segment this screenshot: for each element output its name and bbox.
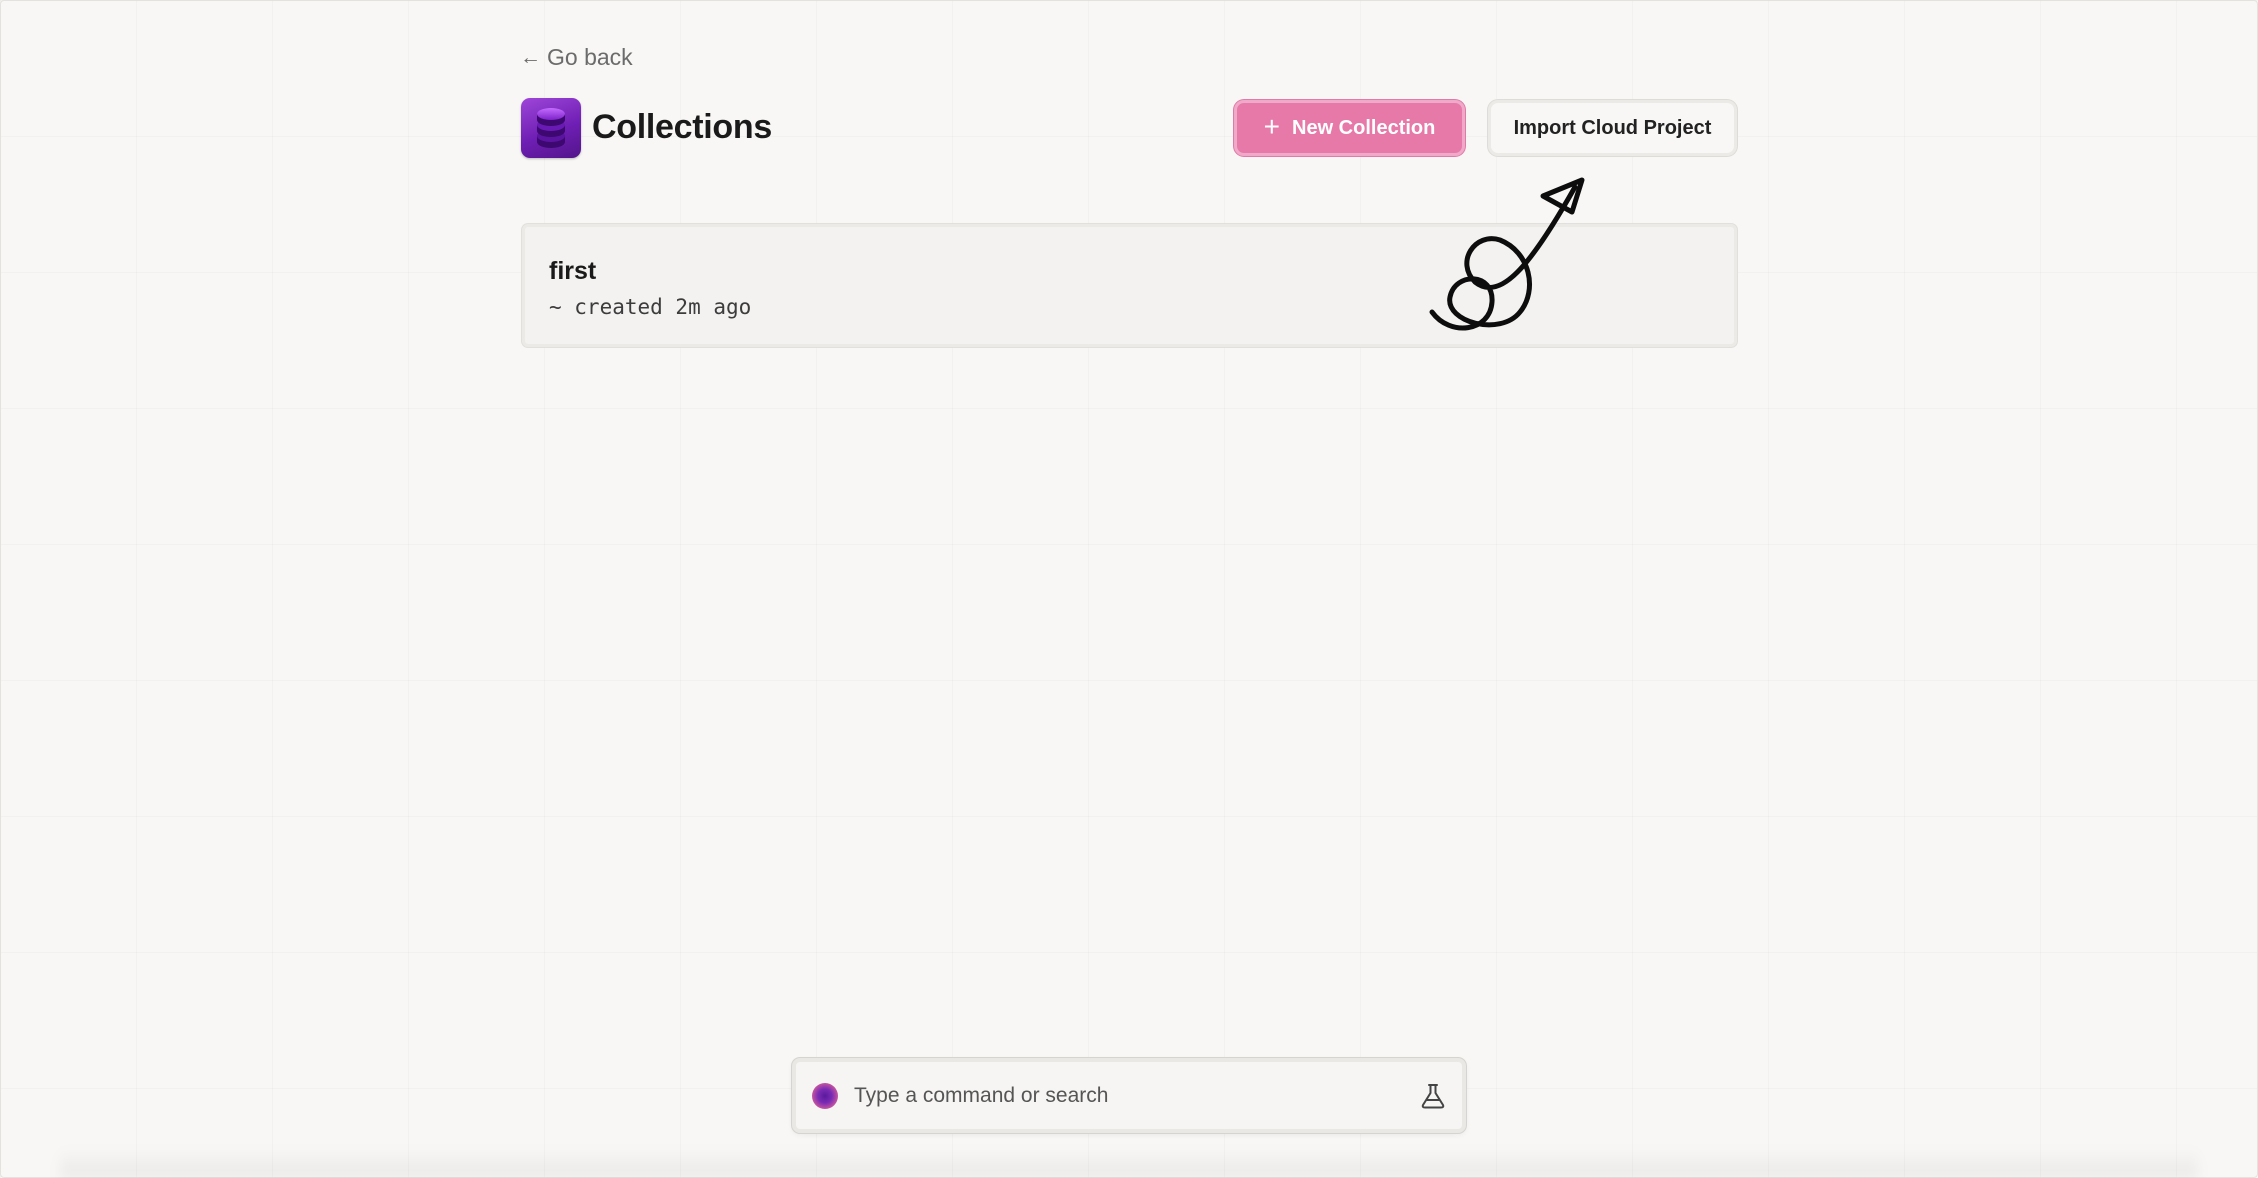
arrow-left-icon: ←: [520, 46, 541, 69]
command-search-input[interactable]: [852, 1074, 1418, 1117]
page-title: Collections: [592, 108, 772, 146]
collection-name: first: [549, 257, 597, 285]
collection-card[interactable]: first ~ created 2m ago: [522, 224, 1737, 347]
plus-icon: +: [1263, 110, 1280, 142]
go-back-label: Go back: [547, 44, 633, 70]
assistant-orb-icon: [812, 1082, 838, 1109]
import-cloud-project-button[interactable]: Import Cloud Project: [1488, 100, 1737, 156]
new-collection-button[interactable]: + New Collection: [1234, 100, 1465, 156]
flask-icon[interactable]: [1418, 1081, 1448, 1111]
window-frame: [0, 0, 2258, 1178]
import-cloud-project-label: Import Cloud Project: [1513, 116, 1712, 139]
new-collection-label: New Collection: [1292, 116, 1436, 139]
collection-created-meta: ~ created 2m ago: [549, 295, 752, 319]
collections-logo-icon: [521, 98, 581, 158]
go-back-link[interactable]: ← Go back: [520, 44, 633, 71]
command-bar[interactable]: [792, 1058, 1466, 1133]
bottom-shadow: [60, 1148, 2198, 1178]
